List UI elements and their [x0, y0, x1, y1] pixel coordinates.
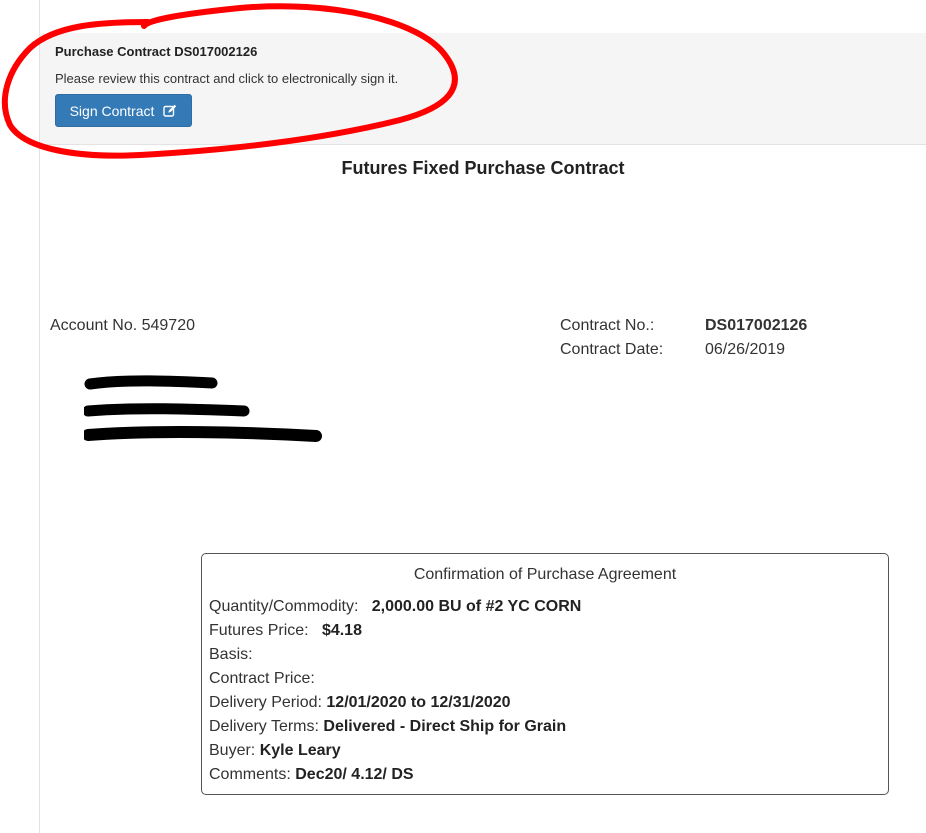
panel-title: Purchase Contract DS017002126	[55, 44, 258, 59]
confirmation-rows: Quantity/Commodity: 2,000.00 BU of #2 YC…	[209, 598, 581, 790]
futures-price-row: Futures Price: $4.18	[209, 622, 581, 646]
contract-price-row: Contract Price:	[209, 670, 581, 694]
delivery-period-value: 12/01/2020 to 12/31/2020	[326, 694, 511, 711]
delivery-period-row: Delivery Period: 12/01/2020 to 12/31/202…	[209, 694, 581, 718]
contract-date-value: 06/26/2019	[705, 341, 786, 358]
buyer-row: Buyer: Kyle Leary	[209, 742, 581, 766]
delivery-terms-row: Delivery Terms: Delivered - Direct Ship …	[209, 718, 581, 742]
confirmation-box: Confirmation of Purchase Agreement Quant…	[201, 553, 889, 795]
quantity-commodity-row: Quantity/Commodity: 2,000.00 BU of #2 YC…	[209, 598, 581, 622]
quantity-commodity-value: 2,000.00 BU of #2 YC CORN	[371, 598, 582, 615]
futures-price-value: $4.18	[321, 622, 362, 639]
delivery-terms-value: Delivered - Direct Ship for Grain	[323, 718, 567, 735]
basis-row: Basis:	[209, 646, 581, 670]
contract-no-label: Contract No.:	[560, 317, 655, 334]
sign-contract-button[interactable]: Sign Contract	[55, 94, 192, 127]
document-title: Futures Fixed Purchase Contract	[341, 158, 625, 178]
comments-value: Dec20/ 4.12/ DS	[295, 766, 414, 783]
panel-description: Please review this contract and click to…	[55, 71, 399, 86]
quantity-commodity-label: Quantity/Commodity:	[209, 598, 359, 615]
contract-date-row: Contract Date: 06/26/2019	[560, 341, 807, 365]
basis-label: Basis:	[209, 646, 253, 663]
comments-row: Comments: Dec20/ 4.12/ DS	[209, 766, 581, 790]
delivery-period-label: Delivery Period:	[209, 694, 322, 711]
redacted-address	[84, 375, 322, 442]
confirmation-title: Confirmation of Purchase Agreement	[413, 566, 677, 583]
sign-panel: Purchase Contract DS017002126 Please rev…	[40, 33, 926, 145]
contract-no-row: Contract No.: DS017002126	[560, 317, 807, 341]
sign-contract-label: Sign Contract	[69, 102, 155, 119]
account-number: Account No. 549720	[50, 317, 195, 334]
buyer-value: Kyle Leary	[259, 742, 341, 759]
contract-meta: Contract No.: DS017002126 Contract Date:…	[560, 317, 807, 365]
contract-price-label: Contract Price:	[209, 670, 315, 687]
edit-icon	[163, 104, 177, 117]
futures-price-label: Futures Price:	[209, 622, 309, 639]
contract-date-label: Contract Date:	[560, 341, 664, 358]
delivery-terms-label: Delivery Terms:	[209, 718, 319, 735]
contract-no-value: DS017002126	[705, 317, 808, 334]
buyer-label: Buyer:	[209, 742, 256, 759]
comments-label: Comments:	[209, 766, 291, 783]
